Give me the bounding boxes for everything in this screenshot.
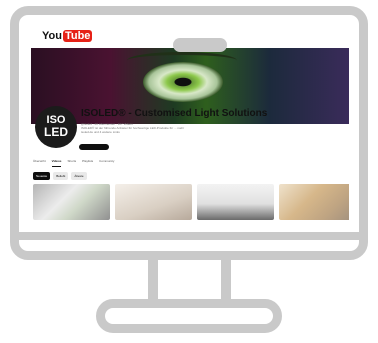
screen: You Tube ISO LED ISOLED® - Customised Li… bbox=[29, 24, 349, 224]
chip-newest[interactable]: Neueste bbox=[33, 172, 51, 180]
monitor-stand-right bbox=[221, 260, 231, 304]
channel-name: ISOLED® - Customised Light Solutions bbox=[81, 108, 268, 119]
channel-meta: @isoled · 2K Abonnenten · 107 Videos ISO… bbox=[81, 122, 271, 134]
tab-playlists[interactable]: Playlists bbox=[82, 159, 93, 167]
avatar-text-led: LED bbox=[44, 125, 68, 139]
banner-eye-image bbox=[143, 62, 223, 102]
chip-oldest[interactable]: Älteste bbox=[71, 172, 87, 180]
tab-community[interactable]: Community bbox=[99, 159, 114, 167]
youtube-logo-you: You bbox=[42, 30, 62, 42]
webcam bbox=[173, 38, 227, 52]
youtube-logo[interactable]: You Tube bbox=[42, 30, 93, 42]
tab-overview[interactable]: Übersicht bbox=[33, 159, 46, 167]
chip-popular[interactable]: Beliebt bbox=[53, 172, 69, 180]
video-thumbnail[interactable] bbox=[33, 184, 110, 220]
video-thumbnail[interactable] bbox=[115, 184, 192, 220]
subscribe-button[interactable] bbox=[79, 144, 109, 150]
monitor-stand-left bbox=[148, 260, 158, 304]
monitor-base bbox=[96, 299, 282, 333]
channel-avatar[interactable]: ISO LED bbox=[35, 106, 77, 148]
tab-shorts[interactable]: Shorts bbox=[67, 159, 76, 167]
monitor-chin bbox=[19, 232, 359, 240]
tab-videos[interactable]: Videos bbox=[51, 159, 62, 167]
video-thumbnail[interactable] bbox=[197, 184, 274, 220]
video-thumbnail[interactable] bbox=[279, 184, 349, 220]
channel-tabs: Übersicht Videos Shorts Playlists Commun… bbox=[33, 159, 114, 167]
video-grid bbox=[33, 184, 349, 220]
channel-meta-line3[interactable]: isoled.de und 4 weitere Links bbox=[81, 130, 271, 134]
youtube-logo-tube: Tube bbox=[62, 30, 93, 42]
sort-chips: Neueste Beliebt Älteste bbox=[33, 172, 87, 180]
